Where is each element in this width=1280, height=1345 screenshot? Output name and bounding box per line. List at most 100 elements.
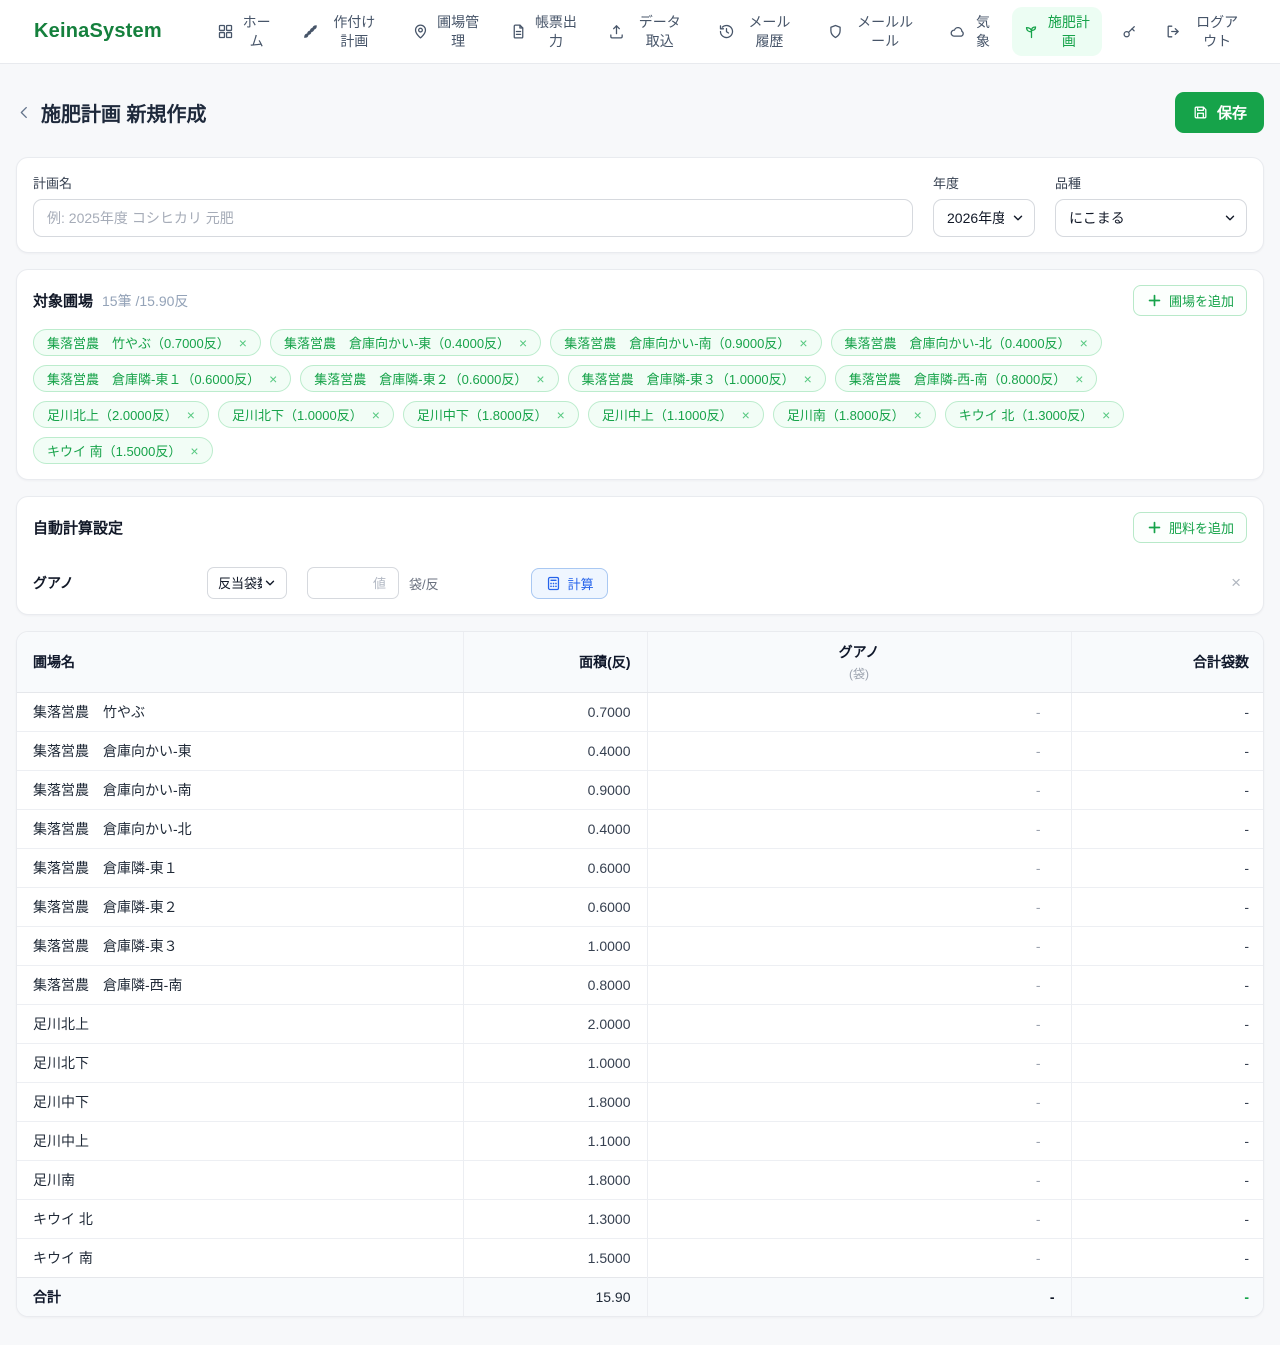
- guano-cell[interactable]: -: [646, 1238, 1071, 1278]
- tag-remove-icon[interactable]: ×: [269, 372, 277, 386]
- field-tag[interactable]: 集落営農 倉庫隣-東３（1.0000反） ×: [567, 365, 826, 392]
- field-name-cell: キウイ 南: [17, 1238, 463, 1278]
- history-clock-icon: [718, 23, 735, 40]
- area-cell: 1.3000: [462, 1199, 647, 1239]
- guano-cell[interactable]: -: [646, 848, 1071, 888]
- target-fields-title: 対象圃場: [33, 293, 94, 310]
- field-tag[interactable]: 集落営農 倉庫隣-東１（0.6000反） ×: [33, 365, 292, 392]
- table-header-row: 圃場名 面積(反) グアノ (袋) 合計袋数: [17, 632, 1263, 693]
- auto-calc-card: 自動計算設定 肥料を追加 グアノ 反当袋数 袋/反 計算 ×: [16, 496, 1264, 615]
- field-tag[interactable]: 足川南（1.8000反） ×: [772, 401, 936, 428]
- plus-icon: [1146, 519, 1163, 536]
- nav-item[interactable]: ログアウト: [1154, 7, 1256, 55]
- table-row: 足川北下 1.0000 - -: [17, 1043, 1263, 1083]
- field-tag[interactable]: 足川中下（1.8000反） ×: [402, 401, 579, 428]
- field-tag[interactable]: キウイ 南（1.5000反） ×: [33, 437, 213, 464]
- guano-cell[interactable]: -: [646, 1160, 1071, 1200]
- area-cell: 0.4000: [462, 809, 647, 849]
- variety-select[interactable]: にこまる: [1055, 199, 1247, 237]
- field-tag[interactable]: 足川北下（1.0000反） ×: [217, 401, 394, 428]
- field-tag[interactable]: 集落営農 倉庫向かい-南（0.9000反） ×: [550, 329, 822, 356]
- plan-name-input[interactable]: [33, 199, 913, 237]
- tag-remove-icon[interactable]: ×: [914, 408, 922, 422]
- field-name-cell: 集落営農 倉庫向かい-南: [17, 770, 463, 810]
- tag-remove-icon[interactable]: ×: [742, 408, 750, 422]
- save-button[interactable]: 保存: [1174, 92, 1264, 133]
- wheat-icon: [302, 23, 319, 40]
- tag-remove-icon[interactable]: ×: [557, 408, 565, 422]
- nav-item[interactable]: 施肥計画: [1011, 7, 1102, 56]
- guano-cell[interactable]: -: [646, 1121, 1071, 1161]
- field-tag[interactable]: 足川中上（1.1000反） ×: [587, 401, 764, 428]
- field-tag[interactable]: 集落営農 倉庫隣-東２（0.6000反） ×: [300, 365, 559, 392]
- guano-cell[interactable]: -: [646, 1199, 1071, 1239]
- tag-remove-icon[interactable]: ×: [804, 372, 812, 386]
- col-header-total: 合計袋数: [1070, 632, 1263, 693]
- field-name-cell: 集落営農 倉庫向かい-北: [17, 809, 463, 849]
- nav-item[interactable]: データ取込: [597, 7, 699, 55]
- nav-item[interactable]: メールルール: [816, 7, 930, 55]
- brand-logo[interactable]: KeinaSystem: [34, 20, 162, 43]
- add-fertilizer-button[interactable]: 肥料を追加: [1132, 512, 1247, 543]
- sprout-icon: [1023, 23, 1040, 40]
- field-name-cell: 集落営農 倉庫隣-東２: [17, 887, 463, 927]
- nav-item[interactable]: 圃場管理: [401, 7, 491, 55]
- calc-method-select[interactable]: 反当袋数: [207, 567, 287, 599]
- field-tag[interactable]: 集落営農 倉庫隣-西-南（0.8000反） ×: [834, 365, 1098, 392]
- area-cell: 1.0000: [462, 1043, 647, 1083]
- guano-cell[interactable]: -: [646, 1082, 1071, 1122]
- total-bags-cell: -: [1070, 1082, 1263, 1122]
- area-cell: 1.8000: [462, 1082, 647, 1122]
- nav-item[interactable]: 気象: [938, 7, 1004, 55]
- total-bags-cell: -: [1070, 809, 1263, 849]
- save-icon: [1192, 104, 1209, 121]
- guano-cell[interactable]: -: [646, 926, 1071, 966]
- tag-remove-icon[interactable]: ×: [187, 408, 195, 422]
- table-row: キウイ 北 1.3000 - -: [17, 1199, 1263, 1239]
- field-tag[interactable]: 集落営農 倉庫向かい-北（0.4000反） ×: [830, 329, 1102, 356]
- tag-remove-icon[interactable]: ×: [1075, 372, 1083, 386]
- nav-item[interactable]: [1110, 17, 1146, 46]
- table-row: 集落営農 倉庫隣-西-南 0.8000 - -: [17, 965, 1263, 1005]
- tag-remove-icon[interactable]: ×: [519, 336, 527, 350]
- field-tag[interactable]: 集落営農 竹やぶ（0.7000反） ×: [33, 329, 261, 356]
- nav-item[interactable]: 帳票出力: [499, 7, 589, 55]
- guano-cell[interactable]: -: [646, 1004, 1071, 1044]
- year-select[interactable]: 2026年度: [933, 199, 1035, 237]
- field-tag[interactable]: 足川北上（2.0000反） ×: [33, 401, 209, 428]
- tag-remove-icon[interactable]: ×: [799, 336, 807, 350]
- top-nav: KeinaSystem ホーム 作付け計画 圃場管理 帳票出力 データ取込 メー…: [0, 0, 1280, 64]
- tag-remove-icon[interactable]: ×: [536, 372, 544, 386]
- table-row: 集落営農 倉庫向かい-東 0.4000 - -: [17, 731, 1263, 771]
- guano-cell[interactable]: -: [646, 1043, 1071, 1083]
- area-cell: 1.0000: [462, 926, 647, 966]
- tag-remove-icon[interactable]: ×: [1102, 408, 1110, 422]
- year-label: 年度: [933, 176, 960, 191]
- field-tag[interactable]: キウイ 北（1.3000反） ×: [944, 401, 1125, 428]
- tag-remove-icon[interactable]: ×: [372, 408, 380, 422]
- guano-cell[interactable]: -: [646, 731, 1071, 771]
- tag-remove-icon[interactable]: ×: [239, 336, 247, 350]
- remove-fertilizer-icon[interactable]: ×: [1231, 573, 1247, 593]
- total-bags-cell: -: [1070, 1043, 1263, 1083]
- field-tag[interactable]: 集落営農 倉庫向かい-東（0.4000反） ×: [269, 329, 542, 356]
- guano-cell[interactable]: -: [646, 809, 1071, 849]
- calc-value-input[interactable]: [307, 567, 399, 599]
- guano-cell[interactable]: -: [646, 965, 1071, 1005]
- guano-cell[interactable]: -: [646, 692, 1071, 732]
- guano-cell[interactable]: -: [646, 887, 1071, 927]
- calculate-button[interactable]: 計算: [530, 567, 608, 599]
- total-bags-cell: -: [1070, 1199, 1263, 1239]
- add-field-button[interactable]: 圃場を追加: [1132, 285, 1247, 316]
- nav-item[interactable]: メール履歴: [707, 7, 809, 55]
- area-cell: 0.4000: [462, 731, 647, 771]
- nav-item[interactable]: 作付け計画: [291, 7, 393, 55]
- back-button[interactable]: [16, 104, 33, 121]
- nav-list: ホーム 作付け計画 圃場管理 帳票出力 データ取込 メール履歴 メールルール 気…: [206, 7, 1256, 56]
- tag-remove-icon[interactable]: ×: [190, 444, 198, 458]
- tag-remove-icon[interactable]: ×: [1080, 336, 1088, 350]
- nav-item[interactable]: ホーム: [206, 7, 284, 55]
- guano-cell[interactable]: -: [646, 770, 1071, 810]
- field-name-cell: 集落営農 倉庫向かい-東: [17, 731, 463, 771]
- field-name-cell: 集落営農 倉庫隣-東１: [17, 848, 463, 888]
